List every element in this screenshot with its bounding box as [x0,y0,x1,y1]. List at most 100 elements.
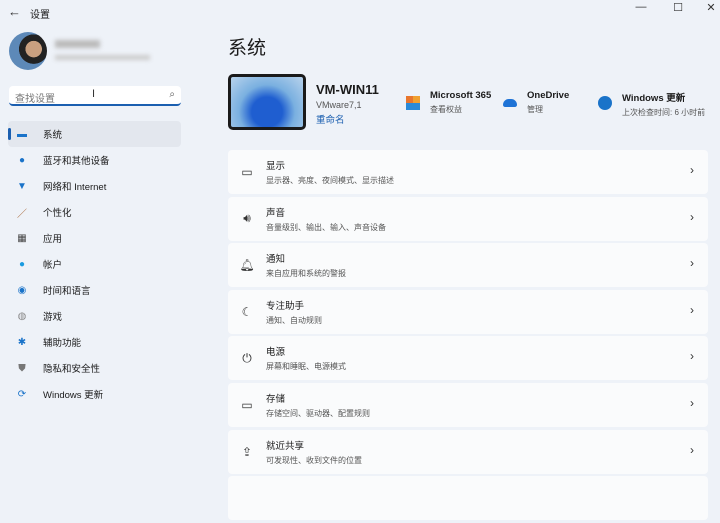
device-thumbnail [228,74,306,130]
sidebar-item[interactable]: ⟳ Windows 更新 [8,381,181,407]
sidebar-item-label: 个性化 [43,208,72,219]
chevron-right-icon: › [690,302,694,317]
settings-card[interactable]: 🔊︎ 声音音量级别、输出、输入、声音设备 › [228,196,708,241]
card-title: 专注助手 [266,300,305,312]
card-title: 显示 [266,161,286,172]
sidebar-item[interactable]: ▦ 应用 [8,225,181,251]
search-placeholder: 查找设置 [15,94,55,105]
card-subtitle: 可发现性、收到文件的位置 [266,455,362,465]
settings-card[interactable]: ⏻ 电源屏幕和睡眠、电源模式 › [228,336,708,381]
quick-sub: 上次检查时间: 6 小时前 [622,108,706,117]
sidebar-item-label: 游戏 [43,312,63,323]
sidebar-item[interactable]: ⛊ 隐私和安全性 [8,355,181,381]
windows-update-icon [598,96,612,110]
card-icon: ▭ [241,397,253,412]
quick-title: OneDrive [527,90,570,101]
sidebar-nav: ▬ 系统 ● 蓝牙和其他设备 ▼ 网络和 Internet ／ 个性化 ▦ 应用 ● 帐户 ◉ 时间和语言… [8,121,181,407]
text-cursor-icon: I [92,88,96,100]
settings-card[interactable]: ⇪ 就近共享可发现性、收到文件的位置 › [228,429,708,474]
sidebar-item[interactable]: ◉ 时间和语言 [8,277,181,303]
settings-card[interactable] [228,476,708,521]
chevron-right-icon: › [690,163,694,177]
sidebar-item[interactable]: ◍ 游戏 [8,303,181,329]
chevron-right-icon: › [690,442,694,457]
sidebar-item[interactable]: ● 帐户 [8,251,181,277]
card-subtitle: 音量级别、输出、输入、声音设备 [266,222,386,232]
settings-card[interactable]: ▭ 存储存储空间、驱动器、配置规则 › [228,382,708,427]
card-subtitle: 通知、自动规则 [266,315,322,325]
sidebar-item-label: 网络和 Internet [43,182,107,193]
windows-update-link[interactable]: Windows 更新上次检查时间: 6 小时前 [598,90,705,118]
chevron-right-icon: › [690,256,694,271]
card-icon: ⇪ [241,444,253,459]
nav-icon: ✱ [17,336,27,348]
chevron-right-icon: › [690,349,694,364]
nav-icon: ◉ [17,284,27,296]
sidebar-item[interactable]: ／ 个性化 [8,199,181,225]
sidebar-item-label: Windows 更新 [43,390,104,401]
sidebar-item-label: 应用 [43,234,63,245]
card-icon: 🔔︎ [239,258,255,273]
user-email-blurred [55,55,150,60]
user-name-blurred [55,40,100,48]
card-icon: ▭ [241,165,253,179]
quick-title: Windows 更新 [622,93,686,104]
chevron-right-icon: › [690,209,694,224]
card-title: 电源 [266,347,286,359]
nav-icon: ▼ [17,180,27,192]
quick-sub: 查看权益 [430,105,462,114]
app-title: 设置 [30,10,50,21]
nav-icon: ⛊ [18,362,26,374]
minimize-button[interactable]: — [630,1,652,13]
sidebar-item-label: 系统 [43,130,63,141]
sidebar-item[interactable]: ● 蓝牙和其他设备 [8,147,181,173]
microsoft-365-icon [406,96,420,110]
nav-icon: ● [18,258,26,270]
nav-icon: ◍ [17,310,27,322]
card-icon: ☾ [241,304,253,319]
sidebar-item-label: 时间和语言 [43,286,91,297]
card-title: 就近共享 [266,440,305,452]
nav-icon: ⟳ [17,388,27,400]
sidebar-item-label: 帐户 [43,260,63,271]
device-model: VMware7,1 [316,100,362,110]
chevron-right-icon: › [690,395,694,410]
device-name: VM-WIN11 [316,82,379,97]
card-subtitle: 来自应用和系统的警报 [266,269,346,279]
nav-icon: ● [18,154,26,166]
sidebar-item-label: 隐私和安全性 [43,364,101,375]
onedrive-icon [503,99,517,107]
sidebar-item-label: 蓝牙和其他设备 [43,156,110,167]
card-subtitle: 存储空间、驱动器、配置规则 [266,408,370,418]
settings-card[interactable]: 🔔︎ 通知来自应用和系统的警报 › [228,243,708,288]
close-button[interactable]: ✕ [700,1,720,14]
back-button[interactable]: ← [8,4,21,19]
settings-card[interactable]: ☾ 专注助手通知、自动规则 › [228,289,708,334]
card-subtitle: 屏幕和睡眠、电源模式 [266,362,346,372]
quick-title: Microsoft 365 [430,90,492,101]
sidebar-item[interactable]: ▬ 系统 [8,121,181,147]
quick-sub: 管理 [527,105,543,114]
rename-link[interactable]: 重命名 [316,112,345,126]
card-icon: ⏻ [242,350,252,365]
sidebar-item-label: 辅助功能 [43,338,82,349]
settings-list: ▭ 显示显示器、亮度、夜间模式、显示描述 › 🔊︎ 声音音量级别、输出、输入、声音设备 ›… [228,150,708,523]
nav-icon: ／ [17,208,27,220]
search-icon: ⌕ [169,89,175,100]
microsoft-365-link[interactable]: Microsoft 365 查看权益 [406,90,491,115]
card-title: 存储 [266,393,286,405]
avatar[interactable] [9,32,47,70]
page-title: 系统 [228,38,267,59]
card-title: 声音 [266,207,286,219]
onedrive-link[interactable]: OneDrive 管理 [503,90,569,115]
card-subtitle: 显示器、亮度、夜间模式、显示描述 [266,176,394,185]
card-icon: 🔊︎ [243,211,251,226]
sidebar-item[interactable]: ✱ 辅助功能 [8,329,181,355]
settings-card[interactable]: ▭ 显示显示器、亮度、夜间模式、显示描述 › [228,150,708,194]
nav-icon: ▬ [17,128,27,140]
maximize-button[interactable]: ☐ [667,1,689,14]
search-input[interactable]: 查找设置 I ⌕ [9,86,181,106]
card-title: 通知 [266,254,286,266]
title-bar: ← 设置 — ☐ ✕ [0,0,720,24]
sidebar-item[interactable]: ▼ 网络和 Internet [8,173,181,199]
